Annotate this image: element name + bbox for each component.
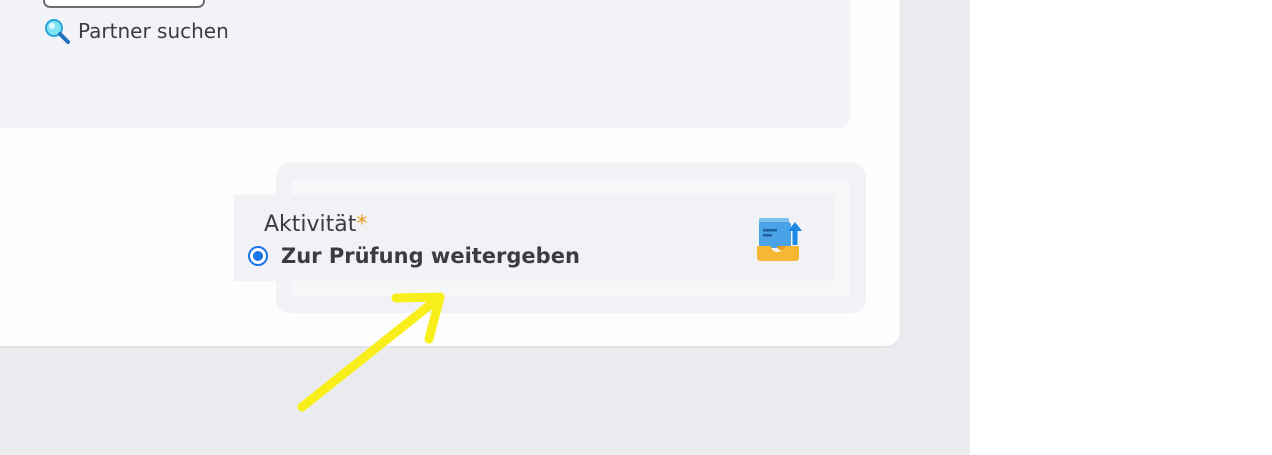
inbox-upload-icon — [757, 218, 802, 261]
magnifier-icon — [45, 19, 70, 44]
activity-option-label[interactable]: Zur Prüfung weitergeben — [281, 244, 580, 268]
required-marker: * — [356, 212, 368, 237]
partner-input[interactable] — [43, 0, 205, 8]
annotation-arrow-icon — [297, 292, 445, 412]
activity-field-label: Aktivität* — [264, 212, 367, 237]
partner-search-label: Partner suchen — [78, 19, 229, 43]
partner-search-link[interactable]: Partner suchen — [44, 18, 229, 44]
activity-label-text: Aktivität — [264, 212, 357, 237]
activity-option-row[interactable] — [234, 195, 834, 281]
activity-radio-button[interactable] — [248, 246, 268, 266]
